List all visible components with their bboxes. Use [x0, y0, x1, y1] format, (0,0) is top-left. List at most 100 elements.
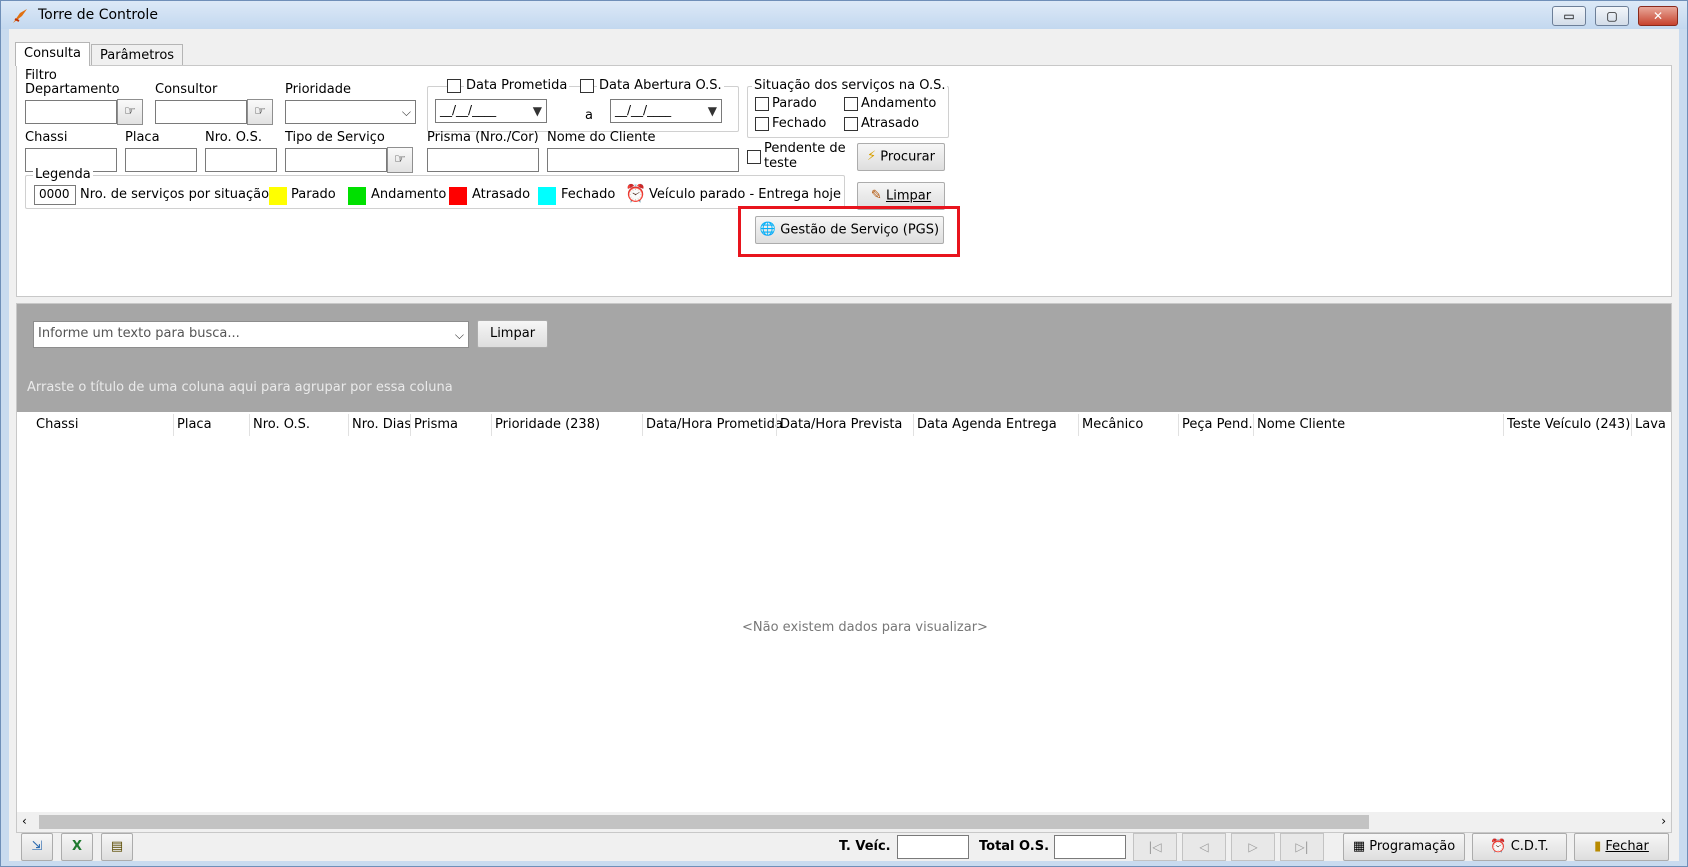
col-separator [1078, 414, 1079, 436]
minimize-button[interactable]: ▭ [1552, 6, 1586, 26]
first-record-icon[interactable]: |◁ [1133, 833, 1177, 861]
nome-cliente-label: Nome do Cliente [547, 130, 656, 145]
col-chassi[interactable]: Chassi [36, 417, 78, 432]
legenda-count-box: 0000 [34, 185, 76, 205]
scrollbar-thumb[interactable] [39, 815, 1369, 829]
chevron-down-icon: ▼ [532, 104, 542, 118]
pendente-teste-checkbox[interactable] [747, 150, 761, 164]
col-prioridade[interactable]: Prioridade (238) [495, 417, 600, 432]
col-data-agenda-entrega[interactable]: Data Agenda Entrega [917, 417, 1057, 432]
programacao-label: Programação [1369, 839, 1456, 854]
group-by-hint: Arraste o título de uma coluna aqui para… [27, 380, 453, 395]
data-abertura-checkbox[interactable] [580, 79, 594, 93]
cdt-button[interactable]: ⏰ C.D.T. [1472, 833, 1567, 861]
parado-checkbox[interactable] [755, 97, 769, 111]
hand-pointer-icon: ☞ [394, 152, 406, 167]
document-icon: ▤ [110, 839, 124, 854]
data-prometida-checkbox[interactable] [447, 79, 461, 93]
departamento-input[interactable] [25, 100, 117, 124]
title-bar[interactable]: Torre de Controle ▭ ▢ ✕ [1, 1, 1687, 29]
prisma-label: Prisma (Nro./Cor) [427, 130, 539, 145]
gestao-servico-button[interactable]: 🌐 Gestão de Serviço (PGS) [755, 216, 944, 244]
close-button[interactable]: ✕ [1638, 6, 1678, 26]
col-separator [1631, 414, 1632, 436]
restore-button[interactable]: ▢ [1595, 6, 1629, 26]
col-separator [776, 414, 777, 436]
fechar-label: Fechar [1605, 839, 1649, 854]
search-placeholder: Informe um texto para busca... [38, 326, 240, 341]
prisma-input[interactable] [427, 148, 539, 172]
col-placa[interactable]: Placa [177, 417, 212, 432]
consultor-label: Consultor [155, 82, 218, 97]
col-nro-os[interactable]: Nro. O.S. [253, 417, 310, 432]
col-mecanico[interactable]: Mecânico [1082, 417, 1143, 432]
col-separator [1253, 414, 1254, 436]
consultor-input[interactable] [155, 100, 247, 124]
nro-os-input[interactable] [205, 148, 277, 172]
col-lava[interactable]: Lava [1635, 417, 1671, 432]
col-peca-pend[interactable]: Peça Pend. [1182, 417, 1253, 432]
total-os-label: Total O.S. [979, 839, 1050, 854]
client-area: Consulta Parâmetros Filtro Departamento … [9, 29, 1679, 861]
scroll-left-icon[interactable]: ‹ [22, 814, 27, 828]
fechado-checkbox[interactable] [755, 117, 769, 131]
horizontal-scrollbar[interactable]: ‹ › [17, 812, 1671, 832]
t-veic-field [897, 835, 969, 859]
andamento-checkbox[interactable] [844, 97, 858, 111]
alarm-clock-icon: ⏰ [1490, 839, 1507, 854]
programacao-button[interactable]: ▦ Programação [1343, 833, 1465, 861]
col-separator [1178, 414, 1179, 436]
legenda-count-label: Nro. de serviços por situação [80, 187, 270, 202]
alarm-clock-icon: ⏰ [625, 184, 647, 204]
atrasado-checkbox[interactable] [844, 117, 858, 131]
main-window: Torre de Controle ▭ ▢ ✕ Consulta Parâmet… [0, 0, 1688, 867]
departamento-pick-button[interactable]: ☞ [117, 99, 143, 125]
nome-cliente-input[interactable] [547, 148, 739, 172]
placa-input[interactable] [125, 148, 197, 172]
limpar-busca-button[interactable]: Limpar [477, 320, 548, 348]
date-to-input[interactable]: __/__/____ ▼ [610, 99, 722, 123]
globe-icon: 🌐 [759, 222, 777, 237]
col-nome-cliente[interactable]: Nome Cliente [1257, 417, 1345, 432]
data-prometida-label: Data Prometida [464, 78, 570, 93]
lightning-icon: ⚡ [867, 149, 877, 164]
last-record-icon[interactable]: ▷| [1280, 833, 1324, 861]
previous-record-icon[interactable]: ◁ [1182, 833, 1226, 861]
filtro-title: Filtro [25, 68, 57, 83]
andamento-label: Andamento [861, 96, 937, 111]
fechar-button[interactable]: ▮ Fechar [1574, 833, 1669, 861]
col-separator [642, 414, 643, 436]
date-from-value: __/__/____ [440, 103, 497, 117]
col-data-hora-prometida[interactable]: Data/Hora Prometida [646, 417, 783, 432]
col-separator [913, 414, 914, 436]
export-button[interactable]: ⇲ [21, 833, 53, 861]
chevron-down-icon: ⌵ [401, 105, 411, 119]
consultor-pick-button[interactable]: ☞ [247, 99, 273, 125]
date-from-input[interactable]: __/__/____ ▼ [435, 99, 547, 123]
col-separator [491, 414, 492, 436]
legenda-parado-label: Parado [291, 187, 336, 202]
tab-consulta[interactable]: Consulta [15, 42, 90, 66]
col-prisma[interactable]: Prisma [414, 417, 458, 432]
tipo-servico-pick-button[interactable]: ☞ [387, 147, 413, 173]
procurar-button[interactable]: ⚡ Procurar [857, 143, 945, 171]
col-teste-veiculo[interactable]: Teste Veículo (243) [1507, 417, 1630, 432]
prioridade-select[interactable]: ⌵ [285, 100, 416, 124]
nro-os-label: Nro. O.S. [205, 130, 262, 145]
footer-bar: ⇲ X ▤ T. Veíc. Total O.S. |◁ ◁ ▷ ▷| ▦ Pr… [9, 833, 1679, 861]
excel-button[interactable]: X [61, 833, 93, 861]
col-separator [173, 414, 174, 436]
report-button[interactable]: ▤ [101, 833, 133, 861]
scroll-right-icon[interactable]: › [1661, 814, 1666, 828]
calendar-icon: ▦ [1352, 839, 1366, 854]
col-nro-dias[interactable]: Nro. Dias [352, 417, 411, 432]
col-separator [410, 414, 411, 436]
search-input[interactable]: Informe um texto para busca... ⌵ [33, 321, 469, 348]
legenda-title: Legenda [33, 167, 93, 182]
tab-parametros[interactable]: Parâmetros [91, 44, 184, 66]
grid-header: Chassi Placa Nro. O.S. Nro. Dias Prisma … [17, 412, 1671, 438]
parado-label: Parado [772, 96, 817, 111]
next-record-icon[interactable]: ▷ [1231, 833, 1275, 861]
tipo-servico-input[interactable] [285, 148, 387, 172]
col-data-hora-prevista[interactable]: Data/Hora Prevista [780, 417, 902, 432]
